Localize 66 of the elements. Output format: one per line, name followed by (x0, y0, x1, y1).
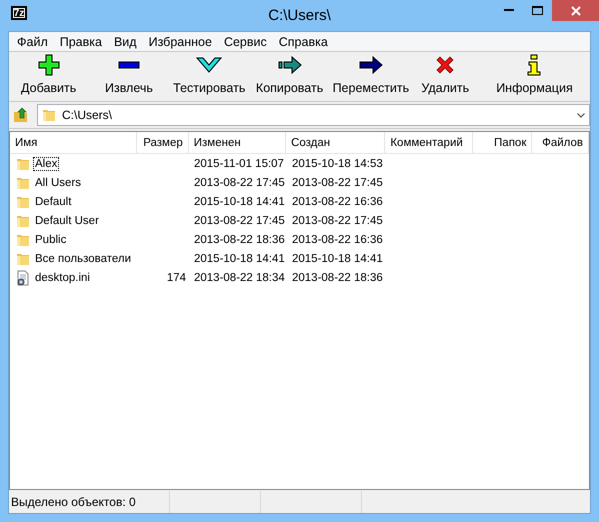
file-name[interactable]: All Users (33, 176, 84, 190)
table-cell: 2015-10-18 14:41 (194, 196, 285, 208)
table-cell: 2015-11-01 15:07 (194, 158, 284, 170)
column-header[interactable]: Комментарий (385, 132, 473, 153)
toolbar-button[interactable]: Переместить (330, 52, 412, 101)
table-cell: 2015-10-18 14:41 (292, 252, 383, 264)
plus-icon (38, 54, 60, 76)
file-name[interactable]: Default User (33, 214, 101, 228)
table-cell: 2013-08-22 17:45 (194, 214, 285, 226)
maximize-icon (532, 6, 543, 15)
folder-icon (16, 194, 30, 208)
minimize-icon (504, 9, 514, 12)
folder-icon (16, 252, 30, 266)
checkmark-icon (196, 57, 222, 73)
menu-item[interactable]: Справка (272, 34, 334, 48)
arrow-icon (358, 56, 383, 74)
folder-icon (42, 108, 56, 122)
app-logo: 7z (11, 6, 27, 20)
menu-item[interactable]: Избранное (142, 34, 218, 48)
toolbar-button[interactable]: Копировать (248, 52, 330, 101)
table-cell: 2013-08-22 18:34 (194, 272, 285, 284)
column-header[interactable]: Файлов (532, 132, 589, 153)
toolbar-button[interactable]: Извлечь (88, 52, 170, 101)
table-cell: 2015-10-18 14:41 (194, 252, 285, 264)
window-title: C:\Users\ (268, 7, 331, 24)
file-name[interactable]: Public (33, 232, 68, 246)
toolbar-button[interactable]: Информация (478, 52, 590, 101)
folder-icon (16, 156, 30, 170)
menu-item[interactable]: Файл (11, 34, 54, 48)
arrow-icon (278, 56, 302, 74)
table-cell: 2013-08-22 17:45 (194, 176, 285, 188)
toolbar-button[interactable]: Удалить (412, 52, 479, 101)
folder-icon (16, 176, 30, 190)
info-icon (527, 54, 542, 76)
file-name[interactable]: Default (33, 194, 74, 208)
path-field[interactable]: C:\Users\ (37, 104, 590, 126)
menu-item[interactable]: Вид (108, 34, 143, 48)
table-cell: 2013-08-22 16:36 (292, 196, 383, 208)
table-cell: 2013-08-22 16:36 (292, 234, 383, 246)
close-button[interactable] (552, 0, 599, 21)
folder-up-icon (13, 107, 29, 123)
file-name[interactable]: desktop.ini (33, 270, 92, 284)
folder-icon (16, 232, 30, 246)
menu-item[interactable]: Сервис (218, 34, 273, 48)
file-name[interactable]: Все пользователи (33, 252, 134, 266)
table-cell: 2013-08-22 17:45 (292, 176, 383, 188)
file-name[interactable]: Alex (33, 156, 60, 170)
cross-icon (435, 55, 456, 75)
settings-file-icon (16, 270, 30, 286)
column-header[interactable]: Размер (137, 132, 189, 153)
column-header[interactable]: Создан (286, 132, 386, 153)
table-cell: 2015-10-18 14:53 (292, 158, 383, 170)
status-text: Выделено объектов: 0 (10, 494, 137, 511)
table-cell: 174 (166, 272, 186, 284)
table-cell: 2013-08-22 17:45 (292, 214, 383, 226)
close-icon (570, 6, 580, 16)
column-header[interactable]: Имя (10, 132, 138, 153)
table-cell: 2013-08-22 18:36 (194, 234, 285, 246)
menu-item[interactable]: Правка (54, 34, 108, 48)
column-header[interactable]: Папок (472, 132, 532, 153)
column-header[interactable]: Изменен (188, 132, 286, 153)
folder-icon (16, 214, 30, 228)
table-cell: 2013-08-22 18:36 (292, 272, 383, 284)
toolbar-button[interactable]: Добавить (9, 52, 88, 101)
dropdown-caret-icon (577, 112, 585, 118)
toolbar-button[interactable]: Тестировать (170, 52, 249, 101)
